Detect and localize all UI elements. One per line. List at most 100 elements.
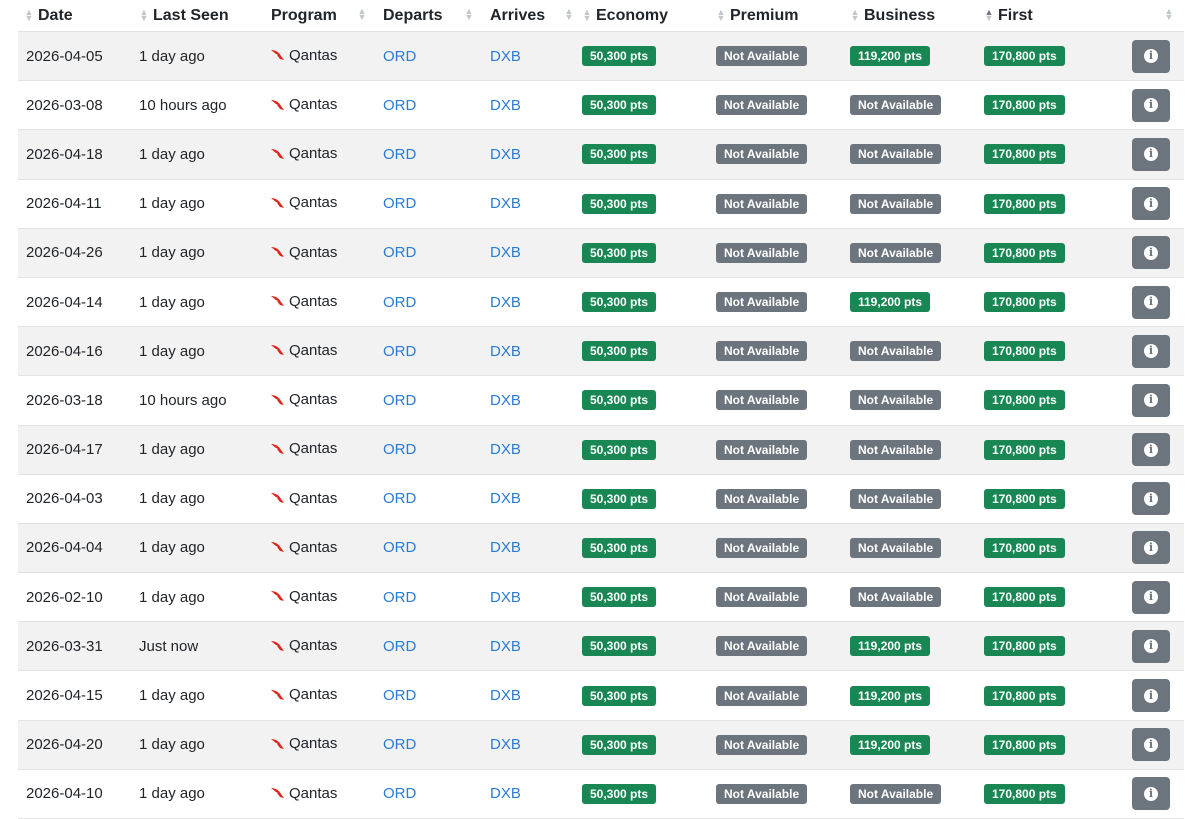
economy-price-badge: 50,300 pts bbox=[582, 144, 657, 165]
first-price-badge: 170,800 pts bbox=[984, 783, 1065, 804]
info-circle-icon: i bbox=[1144, 786, 1158, 801]
departs-airport-link[interactable]: ORD bbox=[383, 441, 416, 458]
arrives-airport-link[interactable]: DXB bbox=[490, 785, 521, 802]
cell-program: Qantas bbox=[262, 425, 375, 475]
cell-premium: Not Available bbox=[716, 474, 850, 524]
departs-airport-link[interactable]: ORD bbox=[383, 589, 416, 606]
business-price-badge: 119,200 pts bbox=[850, 46, 931, 67]
details-button[interactable]: i bbox=[1132, 531, 1170, 565]
details-button[interactable]: i bbox=[1132, 777, 1170, 811]
cell-departs: ORD bbox=[375, 80, 482, 131]
details-button[interactable]: i bbox=[1132, 39, 1170, 73]
details-button[interactable]: i bbox=[1132, 285, 1170, 319]
departs-airport-link[interactable]: ORD bbox=[383, 244, 416, 261]
cell-economy: 50,300 pts bbox=[582, 425, 716, 475]
cell-premium: Not Available bbox=[716, 670, 850, 721]
departs-airport-link[interactable]: ORD bbox=[383, 146, 416, 163]
departs-airport-link[interactable]: ORD bbox=[383, 48, 416, 65]
table-row: 2026-02-10 1 day ago Qantas ORD DXB 50,3… bbox=[18, 572, 1184, 623]
column-header-program[interactable]: Program ▲ ▼ bbox=[262, 0, 375, 32]
arrives-airport-link[interactable]: DXB bbox=[490, 294, 521, 311]
details-button[interactable]: i bbox=[1132, 482, 1170, 516]
column-header-date[interactable]: ▲ ▼ Date bbox=[18, 0, 139, 32]
cell-arrives: DXB bbox=[482, 425, 582, 475]
departs-airport-link[interactable]: ORD bbox=[383, 195, 416, 212]
cell-actions: i bbox=[1118, 670, 1184, 721]
arrives-airport-link[interactable]: DXB bbox=[490, 736, 521, 753]
arrives-airport-link[interactable]: DXB bbox=[490, 343, 521, 360]
info-circle-icon: i bbox=[1144, 196, 1158, 211]
cell-economy: 50,300 pts bbox=[582, 769, 716, 819]
departs-airport-link[interactable]: ORD bbox=[383, 638, 416, 655]
details-button[interactable]: i bbox=[1132, 236, 1170, 270]
details-button[interactable]: i bbox=[1132, 433, 1170, 467]
arrives-airport-link[interactable]: DXB bbox=[490, 48, 521, 65]
business-price-badge: Not Available bbox=[850, 341, 942, 362]
column-header-premium[interactable]: ▲ ▼ Premium bbox=[716, 0, 850, 32]
date-text: 2026-04-04 bbox=[26, 539, 103, 557]
business-price-badge: 119,200 pts bbox=[850, 636, 931, 657]
departs-airport-link[interactable]: ORD bbox=[383, 687, 416, 704]
arrives-airport-link[interactable]: DXB bbox=[490, 687, 521, 704]
cell-premium: Not Available bbox=[716, 228, 850, 278]
details-button[interactable]: i bbox=[1132, 383, 1170, 417]
details-button[interactable]: i bbox=[1132, 137, 1170, 171]
details-button[interactable]: i bbox=[1132, 334, 1170, 368]
column-header-first[interactable]: ▲ ▼ First bbox=[984, 0, 1118, 32]
arrives-airport-link[interactable]: DXB bbox=[490, 638, 521, 655]
column-header-arrives[interactable]: Arrives ▲ ▼ bbox=[482, 0, 582, 32]
qantas-logo-icon bbox=[271, 296, 284, 307]
cell-economy: 50,300 pts bbox=[582, 474, 716, 524]
cell-first: 170,800 pts bbox=[984, 277, 1118, 328]
column-header-actions[interactable]: ▲ ▼ bbox=[1118, 0, 1184, 32]
arrives-airport-link[interactable]: DXB bbox=[490, 441, 521, 458]
cell-first: 170,800 pts bbox=[984, 720, 1118, 770]
cell-premium: Not Available bbox=[716, 425, 850, 475]
arrives-airport-link[interactable]: DXB bbox=[490, 392, 521, 409]
departs-airport-link[interactable]: ORD bbox=[383, 785, 416, 802]
departs-airport-link[interactable]: ORD bbox=[383, 490, 416, 507]
column-header-economy[interactable]: ▲ ▼ Economy bbox=[582, 0, 716, 32]
details-button[interactable]: i bbox=[1132, 88, 1170, 122]
details-button[interactable]: i bbox=[1132, 187, 1170, 221]
departs-airport-link[interactable]: ORD bbox=[383, 294, 416, 311]
economy-price-badge: 50,300 pts bbox=[582, 341, 657, 362]
departs-airport-link[interactable]: ORD bbox=[383, 97, 416, 114]
details-button[interactable]: i bbox=[1132, 580, 1170, 614]
cell-last-seen: 1 day ago bbox=[139, 670, 262, 721]
column-header-business[interactable]: ▲ ▼ Business bbox=[850, 0, 984, 32]
economy-price-badge: 50,300 pts bbox=[582, 292, 657, 313]
cell-date: 2026-04-17 bbox=[18, 425, 139, 475]
cell-date: 2026-04-20 bbox=[18, 720, 139, 770]
arrives-airport-link[interactable]: DXB bbox=[490, 97, 521, 114]
column-header-last-seen[interactable]: ▲ ▼ Last Seen bbox=[139, 0, 262, 32]
arrives-airport-link[interactable]: DXB bbox=[490, 146, 521, 163]
qantas-logo-icon bbox=[271, 788, 284, 799]
cell-business: 119,200 pts bbox=[850, 670, 984, 721]
info-circle-icon: i bbox=[1144, 245, 1158, 260]
departs-airport-link[interactable]: ORD bbox=[383, 736, 416, 753]
premium-price-badge: Not Available bbox=[716, 292, 808, 313]
cell-last-seen: Just now bbox=[139, 621, 262, 672]
cell-business: Not Available bbox=[850, 80, 984, 131]
departs-airport-link[interactable]: ORD bbox=[383, 392, 416, 409]
column-header-departs[interactable]: Departs ▲ ▼ bbox=[375, 0, 482, 32]
details-button[interactable]: i bbox=[1132, 728, 1170, 762]
qantas-logo-icon bbox=[271, 247, 284, 258]
date-text: 2026-03-08 bbox=[26, 96, 103, 114]
departs-airport-link[interactable]: ORD bbox=[383, 539, 416, 556]
arrives-airport-link[interactable]: DXB bbox=[490, 490, 521, 507]
arrives-airport-link[interactable]: DXB bbox=[490, 244, 521, 261]
arrives-airport-link[interactable]: DXB bbox=[490, 195, 521, 212]
details-button[interactable]: i bbox=[1132, 629, 1170, 663]
departs-airport-link[interactable]: ORD bbox=[383, 343, 416, 360]
arrives-airport-link[interactable]: DXB bbox=[490, 539, 521, 556]
cell-last-seen: 1 day ago bbox=[139, 474, 262, 524]
arrives-airport-link[interactable]: DXB bbox=[490, 589, 521, 606]
table-header-row: ▲ ▼ Date ▲ ▼ Last Seen Program ▲ ▼ Departs ▲ ▼… bbox=[18, 0, 1184, 32]
cell-date: 2026-04-05 bbox=[18, 31, 139, 82]
cell-program: Qantas bbox=[262, 474, 375, 524]
details-button[interactable]: i bbox=[1132, 679, 1170, 713]
cell-date: 2026-03-31 bbox=[18, 621, 139, 672]
sort-arrows-icon: ▲ ▼ bbox=[850, 7, 860, 24]
